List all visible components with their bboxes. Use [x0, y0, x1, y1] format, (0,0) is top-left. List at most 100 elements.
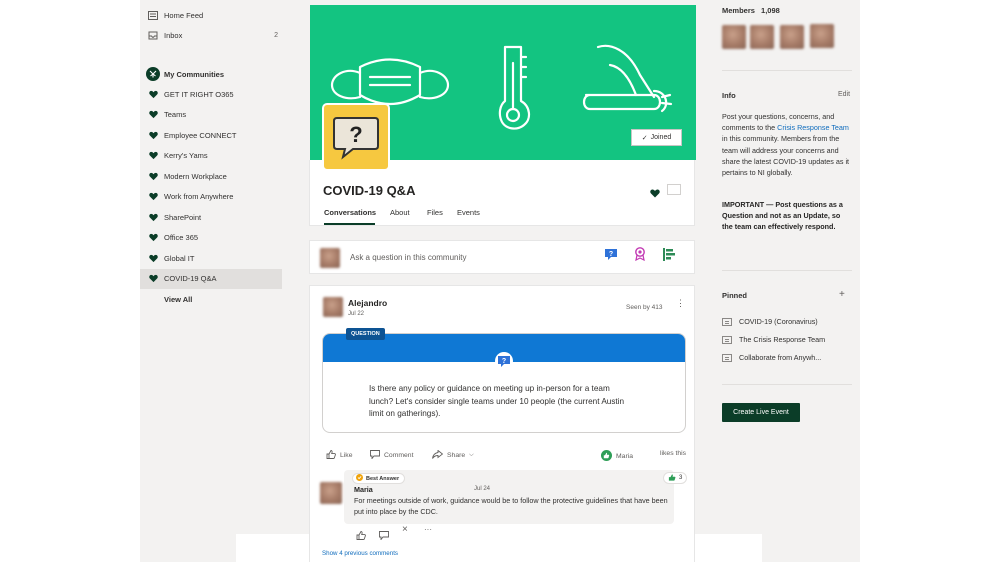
ask-question-input[interactable]: Ask a question in this community: [350, 253, 467, 262]
best-answer-badge: Best Answer: [352, 473, 406, 484]
nav-inbox-label: Inbox: [164, 30, 183, 40]
question-icon[interactable]: ?: [604, 248, 618, 266]
nav-community-label: SharePoint: [164, 212, 202, 222]
important-notice: IMPORTANT — Post questions as a Question…: [722, 200, 843, 232]
pinned-item-label: Collaborate from Anywh...: [739, 353, 822, 362]
heart-icon: [143, 172, 163, 181]
tab-events[interactable]: Events: [457, 208, 480, 217]
comment-label: Comment: [384, 452, 414, 459]
more-button[interactable]: [667, 184, 681, 195]
nav-community-item[interactable]: Work from Anywhere: [140, 187, 282, 207]
member-avatar[interactable]: [722, 25, 746, 49]
more-options-icon[interactable]: ⋮: [676, 299, 685, 308]
favorite-heart-icon[interactable]: [650, 185, 660, 203]
members-header: Members 1,098: [722, 6, 780, 15]
reply-like-button[interactable]: [356, 527, 366, 545]
nav-community-item[interactable]: Teams: [140, 105, 282, 125]
pinned-title: Pinned: [722, 291, 748, 300]
member-avatar[interactable]: [750, 25, 774, 49]
nav-community-item[interactable]: Kerry's Yams: [140, 146, 282, 166]
joined-label: Joined: [650, 134, 672, 141]
svg-text:?: ?: [349, 122, 362, 147]
reply-like-number: 3: [679, 475, 683, 481]
nav-community-label: Employee CONNECT: [164, 130, 237, 140]
nav-community-item[interactable]: Employee CONNECT: [140, 125, 282, 145]
tab-about[interactable]: About: [390, 208, 410, 217]
home-feed-icon: [143, 10, 163, 20]
document-icon: [722, 317, 732, 326]
nav-community-item[interactable]: Global IT: [140, 248, 282, 268]
question-badge-icon: ?: [495, 352, 513, 370]
best-answer-label: Best Answer: [366, 475, 400, 482]
like-label: Like: [340, 452, 353, 459]
reply-author[interactable]: Maria: [354, 485, 373, 494]
nav-community-label: Modern Workplace: [164, 171, 227, 181]
add-pinned-icon[interactable]: +: [839, 289, 845, 300]
heart-icon: [143, 90, 163, 99]
tab-conversations-underline: [324, 223, 375, 225]
close-icon[interactable]: ×: [402, 524, 408, 535]
nav-my-communities-label: My Communities: [164, 69, 225, 79]
pinned-item[interactable]: Collaborate from Anywh...: [722, 353, 821, 362]
nav-view-all[interactable]: View All: [140, 289, 282, 309]
info-text: Post your questions, concerns, and comme…: [722, 111, 850, 178]
share-label: Share: [447, 452, 466, 459]
like-button[interactable]: Like: [326, 450, 352, 461]
seen-by[interactable]: Seen by 413: [626, 304, 663, 311]
community-title: COVID-19 Q&A: [323, 183, 416, 198]
poll-icon[interactable]: [663, 248, 676, 266]
member-avatar[interactable]: [780, 25, 804, 49]
inbox-icon: [143, 31, 163, 40]
reply-date: Jul 24: [474, 486, 491, 492]
reply-like-count[interactable]: 3: [663, 472, 688, 484]
inbox-count: 2: [274, 31, 278, 39]
joined-button[interactable]: ✓ Joined: [631, 129, 682, 146]
heart-icon: [143, 131, 163, 140]
pinned-item[interactable]: COVID-19 (Coronavirus): [722, 317, 818, 326]
nav-community-item-active[interactable]: COVID-19 Q&A: [140, 268, 282, 289]
heart-icon: [143, 192, 163, 201]
question-tag: QUESTION: [346, 328, 385, 340]
reply-avatar: [320, 482, 342, 504]
nav-community-item[interactable]: Modern Workplace: [140, 166, 282, 186]
nav-community-item[interactable]: Office 365: [140, 228, 282, 248]
likes-this-label: likes this: [660, 450, 687, 457]
nav-my-communities[interactable]: My Communities: [140, 64, 282, 84]
share-icon: [432, 449, 444, 461]
nav-community-label: COVID-19 Q&A: [164, 274, 217, 283]
screenshot-stage: Home Feed Inbox 2 My Communities GET IT …: [0, 0, 999, 562]
like-badge-icon: [601, 450, 612, 463]
nav-community-item[interactable]: GET IT RIGHT O365: [140, 84, 282, 104]
tab-conversations[interactable]: Conversations: [324, 208, 376, 217]
nav-home-feed[interactable]: Home Feed: [140, 5, 282, 25]
nav-inbox[interactable]: Inbox 2: [140, 25, 282, 45]
more-options-icon[interactable]: ···: [424, 525, 432, 534]
share-button[interactable]: Share ⌵: [432, 449, 474, 461]
thumbs-up-icon: [326, 450, 336, 461]
communities-icon: [143, 67, 163, 81]
post-author[interactable]: Alejandro: [348, 298, 387, 308]
check-icon: ✓: [641, 134, 648, 142]
reply-text: For meetings outside of work, guidance w…: [354, 496, 668, 516]
question-bubble-icon: ?: [333, 117, 379, 160]
info-title: Info: [722, 91, 736, 100]
nav-community-label: Work from Anywhere: [164, 192, 234, 201]
comment-button[interactable]: Comment: [370, 450, 413, 461]
nav-community-item[interactable]: SharePoint: [140, 207, 282, 227]
praise-icon[interactable]: [634, 247, 646, 266]
member-avatar[interactable]: [810, 24, 834, 48]
tab-files[interactable]: Files: [427, 208, 443, 217]
question-text: Is there any policy or guidance on meeti…: [369, 384, 625, 418]
nav-home-feed-label: Home Feed: [164, 10, 204, 20]
members-count: 1,098: [761, 6, 780, 15]
reply-comment-button[interactable]: [379, 527, 389, 545]
heart-icon: [143, 254, 163, 263]
pinned-item[interactable]: The Crisis Response Team: [722, 335, 825, 344]
edit-link[interactable]: Edit: [838, 91, 850, 98]
liked-by[interactable]: Maria: [601, 450, 633, 463]
document-icon: [722, 335, 732, 344]
members-label: Members: [722, 6, 755, 15]
create-live-event-button[interactable]: Create Live Event: [722, 403, 800, 422]
crisis-response-team-link[interactable]: Crisis Response Team: [777, 123, 849, 132]
show-previous-comments-link[interactable]: Show 4 previous comments: [322, 550, 398, 557]
